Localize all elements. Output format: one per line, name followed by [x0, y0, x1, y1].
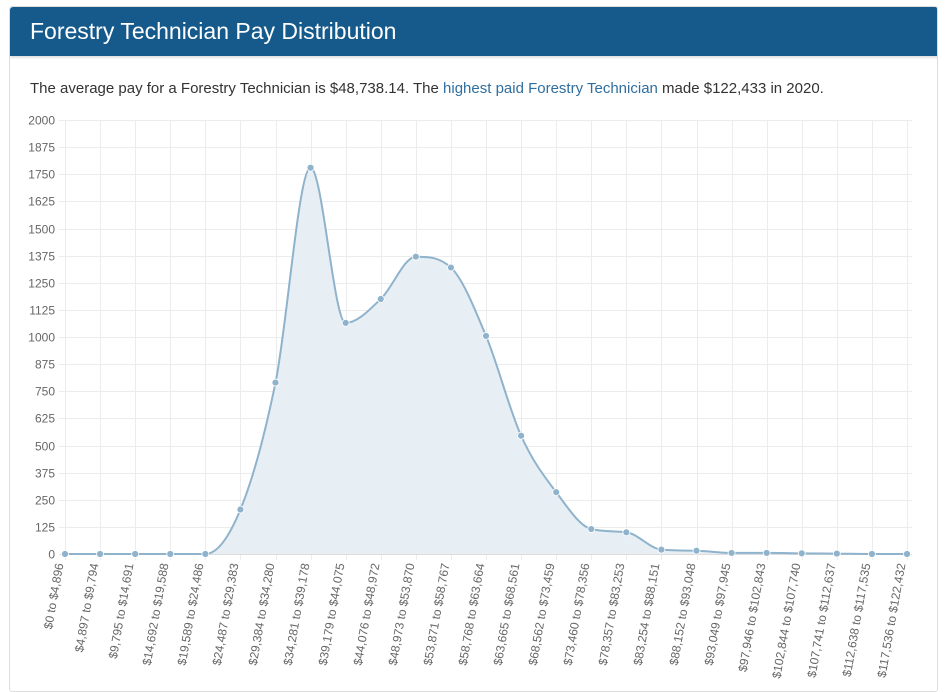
- x-tick-label: $24,487 to $29,383: [210, 562, 242, 667]
- x-tick-label: $58,768 to $63,664: [456, 562, 488, 667]
- data-point[interactable]: [61, 550, 69, 558]
- data-point[interactable]: [131, 550, 140, 558]
- x-tick-label: $39,179 to $44,075: [316, 562, 348, 667]
- data-point[interactable]: [201, 550, 210, 558]
- x-tick-label: $29,384 to $34,280: [246, 562, 278, 667]
- x-tick-label: $117,536 to $122,432: [875, 562, 909, 679]
- data-point[interactable]: [762, 549, 771, 557]
- x-tick-label: $44,076 to $48,972: [351, 562, 383, 667]
- data-point[interactable]: [96, 550, 104, 558]
- y-tick-label: 125: [35, 521, 55, 535]
- data-point[interactable]: [657, 545, 666, 554]
- data-point[interactable]: [376, 295, 385, 303]
- y-tick-label: 1375: [28, 250, 55, 264]
- x-tick-label: $78,357 to $83,253: [596, 562, 628, 667]
- y-tick-label: 875: [35, 358, 55, 372]
- x-tick-label: $34,281 to $39,178: [281, 562, 313, 667]
- y-tick-label: 1125: [29, 304, 55, 318]
- data-point[interactable]: [903, 550, 911, 558]
- data-point[interactable]: [306, 163, 315, 172]
- data-point[interactable]: [236, 505, 245, 514]
- y-tick-label: 1875: [28, 141, 55, 155]
- y-tick-label: 625: [35, 412, 55, 426]
- x-tick-label: $48,973 to $53,870: [386, 562, 418, 667]
- x-tick-label: $88,152 to $93,048: [667, 562, 699, 667]
- x-tick-label: $102,844 to $107,740: [769, 562, 803, 680]
- x-tick-label: $107,741 to $112,637: [805, 562, 839, 679]
- y-tick-label: 0: [48, 548, 55, 562]
- data-point[interactable]: [166, 550, 175, 558]
- x-tick-label: $14,692 to $19,588: [140, 562, 172, 667]
- y-tick-label: 250: [35, 494, 55, 508]
- data-point[interactable]: [868, 550, 876, 558]
- data-point[interactable]: [797, 549, 806, 558]
- y-tick-label: 375: [35, 467, 55, 481]
- x-tick-label: $83,254 to $88,151: [631, 562, 663, 667]
- y-tick-label: 1500: [28, 223, 55, 237]
- y-axis-ticks: 0 125 250 375 500 625 750 875 1000 1125 1250 1375 15…: [28, 114, 55, 562]
- y-tick-label: 1000: [28, 331, 55, 345]
- data-point[interactable]: [727, 549, 736, 557]
- x-tick-label: $9,795 to $14,691: [106, 562, 137, 660]
- data-point[interactable]: [832, 549, 841, 558]
- x-tick-label: $112,638 to $117,535: [840, 562, 874, 678]
- y-tick-label: 1250: [28, 277, 55, 291]
- pay-distribution-chart: 0 125 250 375 500 625 750 875 1000 1125 1250 1375 15…: [28, 114, 912, 680]
- x-tick-label: $68,562 to $73,459: [526, 562, 558, 667]
- data-point[interactable]: [341, 318, 350, 327]
- x-tick-label: $63,665 to $68,561: [491, 562, 523, 667]
- x-tick-label: $73,460 to $78,356: [561, 562, 593, 667]
- data-point[interactable]: [692, 546, 701, 555]
- x-tick-label: $53,871 to $58,767: [421, 562, 453, 667]
- data-point[interactable]: [587, 525, 596, 533]
- y-tick-label: 500: [35, 440, 55, 454]
- x-tick-label: $97,946 to $102,843: [736, 562, 769, 673]
- x-tick-label: $19,589 to $24,486: [175, 562, 207, 667]
- y-tick-label: 1625: [28, 195, 55, 209]
- x-axis-ticks: $0 to $4,896 $4,897 to $9,794 $9,795 to $1…: [41, 562, 908, 680]
- y-tick-label: 750: [35, 385, 55, 399]
- data-point[interactable]: [482, 332, 490, 340]
- y-tick-label: 2000: [28, 114, 55, 128]
- data-point[interactable]: [552, 488, 561, 497]
- x-tick-label: $0 to $4,896: [41, 562, 66, 630]
- data-point[interactable]: [622, 528, 631, 537]
- data-point[interactable]: [447, 263, 455, 272]
- x-tick-label: $93,049 to $97,945: [702, 562, 734, 667]
- data-point[interactable]: [517, 431, 525, 440]
- data-point[interactable]: [411, 252, 420, 261]
- y-tick-label: 1750: [28, 168, 55, 182]
- x-tick-label: $4,897 to $9,794: [72, 562, 101, 653]
- data-point[interactable]: [271, 378, 280, 387]
